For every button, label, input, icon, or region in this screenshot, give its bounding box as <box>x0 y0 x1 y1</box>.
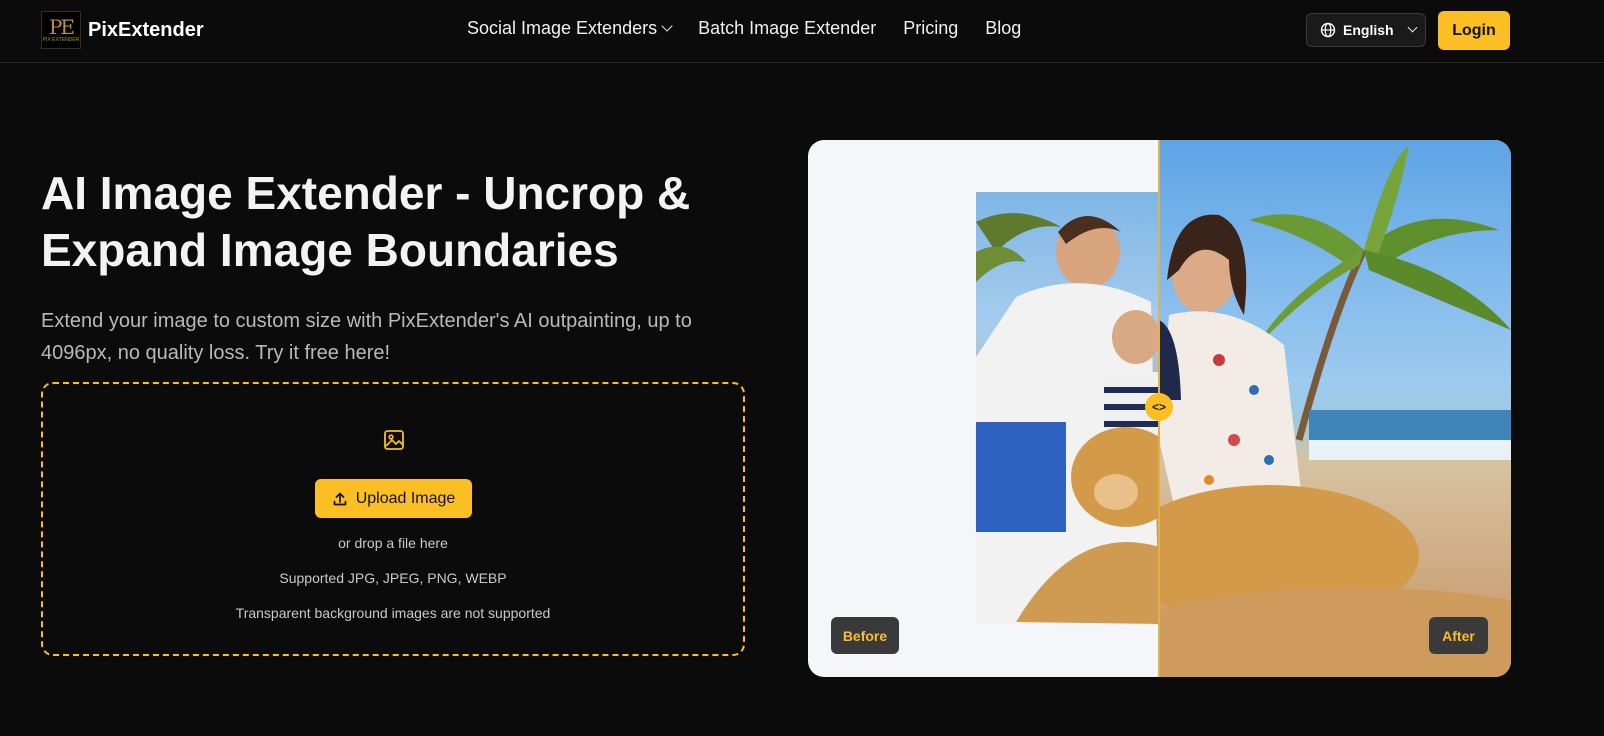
logo-monogram: PE <box>48 14 75 39</box>
before-photo-art <box>976 213 1159 624</box>
after-image <box>1159 140 1511 677</box>
nav-pricing[interactable]: Pricing <box>903 18 958 39</box>
login-button[interactable]: Login <box>1438 11 1510 50</box>
logo[interactable]: PE PIX EXTENDER PixExtender <box>41 11 204 49</box>
brand-name: PixExtender <box>88 18 204 41</box>
supported-formats: Supported JPG, JPEG, PNG, WEBP <box>279 570 507 586</box>
upload-image-button[interactable]: Upload Image <box>315 479 472 518</box>
before-after-comparison[interactable]: <> Before After <box>808 140 1511 677</box>
chevron-down-icon <box>1407 22 1418 33</box>
language-value: English <box>1343 22 1394 38</box>
main-nav: Social Image Extenders Batch Image Exten… <box>467 18 1021 39</box>
globe-icon <box>1320 22 1336 38</box>
chevron-down-icon <box>661 20 673 32</box>
after-photo-art <box>1159 145 1511 677</box>
logo-mark: PE PIX EXTENDER <box>41 11 81 49</box>
logo-tagline: PIX EXTENDER <box>42 36 80 43</box>
after-label: After <box>1429 617 1488 654</box>
nav-batch-image-extender[interactable]: Batch Image Extender <box>698 18 876 39</box>
upload-dropzone[interactable]: Upload Image or drop a file here Support… <box>41 382 745 656</box>
nav-blog[interactable]: Blog <box>985 18 1021 39</box>
page-title: AI Image Extender - Uncrop & Expand Imag… <box>41 167 691 276</box>
transparency-note: Transparent background images are not su… <box>235 605 551 621</box>
nav-label: Social Image Extenders <box>467 18 658 38</box>
page-subtitle: Extend your image to custom size with Pi… <box>41 310 692 364</box>
upload-button-label: Upload Image <box>355 489 456 507</box>
before-image <box>976 192 1159 624</box>
nav-label: Pricing <box>903 18 959 38</box>
nav-social-image-extenders[interactable]: Social Image Extenders <box>467 18 673 39</box>
image-icon <box>384 430 404 450</box>
comparison-slider-handle[interactable]: <> <box>1145 393 1173 421</box>
drop-hint: or drop a file here <box>338 535 448 551</box>
site-header: PE PIX EXTENDER PixExtender Social Image… <box>0 0 1604 63</box>
language-selector[interactable]: English <box>1306 13 1426 47</box>
upload-icon <box>333 492 347 505</box>
nav-label: Batch Image Extender <box>698 18 877 38</box>
nav-label: Blog <box>985 18 1022 38</box>
before-label: Before <box>831 617 899 654</box>
